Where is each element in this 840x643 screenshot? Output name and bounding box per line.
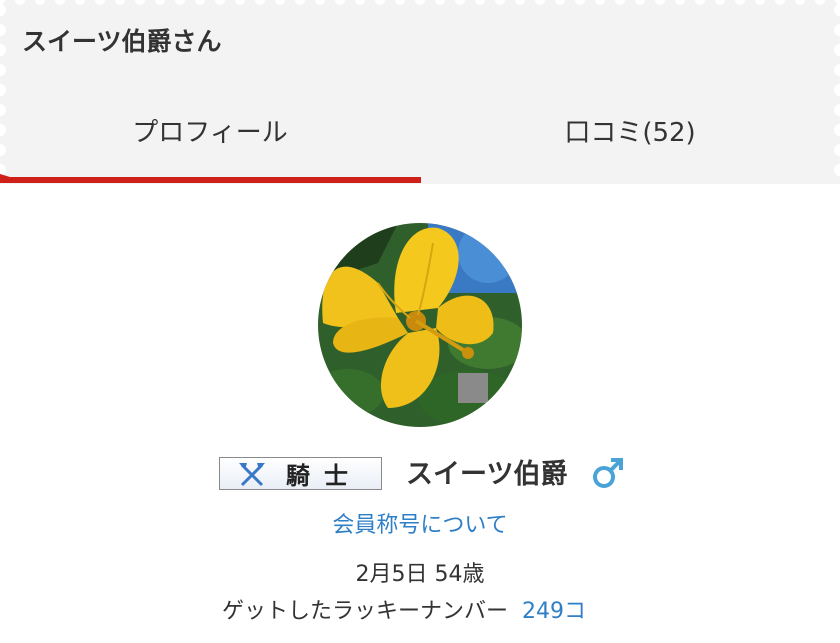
rank-badge[interactable]: 騎士 bbox=[219, 457, 382, 490]
lucky-number-label: ゲットしたラッキーナンバー bbox=[222, 599, 509, 624]
avatar[interactable] bbox=[318, 223, 522, 427]
lucky-number-row: ゲットしたラッキーナンバー 249コ bbox=[222, 593, 586, 625]
tab-profile[interactable]: プロフィール bbox=[0, 112, 420, 149]
hibiscus-flower-photo bbox=[318, 223, 522, 427]
header-panel: スイーツ伯爵さん プロフィール 口コミ(52) bbox=[0, 0, 840, 184]
wavy-border-left bbox=[0, 4, 6, 176]
page-title: スイーツ伯爵さん bbox=[22, 27, 222, 56]
rank-label: 騎士 bbox=[286, 461, 362, 490]
lucky-number-count[interactable]: 249コ bbox=[522, 599, 586, 624]
crossed-axes-icon bbox=[236, 461, 268, 487]
active-tab-indicator bbox=[0, 177, 421, 183]
wavy-border-top bbox=[0, 0, 840, 10]
profile-page: スイーツ伯爵さん プロフィール 口コミ(52) 騎士 スイーツ伯爵 会員称号につ… bbox=[0, 0, 840, 643]
member-title-link[interactable]: 会員称号について bbox=[0, 507, 840, 539]
user-name: スイーツ伯爵 bbox=[406, 459, 568, 490]
birthday-age: 2月5日 54歳 bbox=[355, 562, 485, 587]
wavy-border-right bbox=[834, 4, 840, 176]
tab-reviews[interactable]: 口コミ(52) bbox=[420, 112, 840, 149]
male-symbol-icon bbox=[593, 458, 623, 488]
